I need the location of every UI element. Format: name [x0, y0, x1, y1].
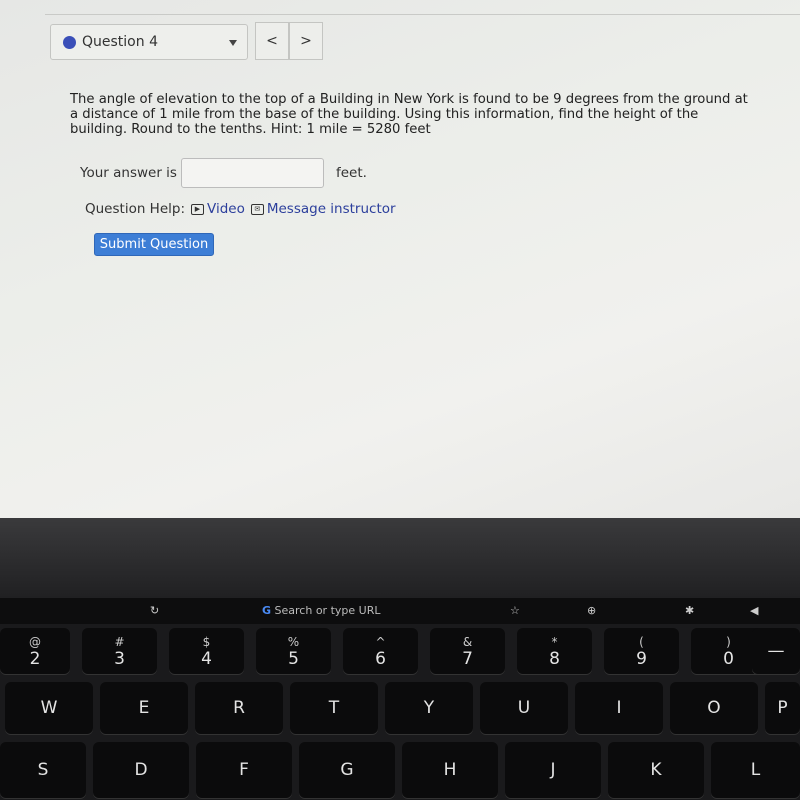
video-link[interactable]: ▶ Video — [191, 201, 245, 217]
next-question-button[interactable]: > — [289, 22, 323, 60]
volume-icon[interactable]: ◀ — [750, 604, 758, 617]
answer-prefix: Your answer is — [80, 165, 177, 181]
answer-row: Your answer is feet. — [80, 158, 367, 188]
key-minus[interactable]: — — [752, 628, 800, 674]
key-h[interactable]: H — [402, 742, 498, 798]
key-7[interactable]: & 7 — [430, 628, 505, 674]
answer-input[interactable] — [180, 158, 324, 188]
video-label: Video — [207, 201, 245, 217]
answer-suffix: feet. — [335, 165, 367, 181]
key-p[interactable]: P — [765, 682, 800, 734]
key-8[interactable]: * 8 — [517, 628, 592, 674]
url-search-field[interactable]: G Search or type URL — [262, 604, 502, 617]
key-e[interactable]: E — [100, 682, 188, 734]
key-4[interactable]: $4 — [169, 628, 244, 674]
key-f[interactable]: F — [196, 742, 292, 798]
video-icon: ▶ — [191, 203, 204, 215]
submit-question-button[interactable]: Submit Question — [94, 233, 214, 256]
question-select[interactable]: Question 4 — [50, 24, 248, 60]
key-j[interactable]: J — [505, 742, 601, 798]
prev-question-button[interactable]: < — [255, 22, 289, 60]
envelope-icon: ✉ — [250, 203, 264, 215]
key-r[interactable]: R — [195, 682, 283, 734]
key-6[interactable]: ^ 6 — [343, 628, 418, 674]
key-o[interactable]: O — [670, 682, 758, 734]
url-placeholder: Search or type URL — [274, 604, 381, 617]
question-help: Question Help: ▶ Video ✉ Message instructo… — [85, 201, 396, 217]
message-instructor-link[interactable]: ✉ Message instructor — [250, 201, 396, 217]
message-label: Message instructor — [266, 201, 396, 217]
touch-bar: ↻ G Search or type URL ☆ ⊕ ✱ ◀ — [0, 598, 800, 624]
key-u[interactable]: U — [480, 682, 568, 734]
status-dot-icon — [63, 35, 76, 49]
key-l[interactable]: L — [711, 742, 800, 798]
key-k[interactable]: K — [608, 742, 704, 798]
key-3[interactable]: #3 — [82, 628, 157, 674]
browser-screen: Question 4 < > The angle of elevation to… — [0, 0, 800, 518]
key-t[interactable]: T — [290, 682, 378, 734]
question-select-label: Question 4 — [82, 34, 158, 50]
key-y[interactable]: Y — [385, 682, 473, 734]
key-d[interactable]: D — [93, 742, 189, 798]
chevron-down-icon — [229, 40, 237, 46]
key-5[interactable]: % 5 — [256, 628, 331, 674]
help-label: Question Help: — [85, 201, 185, 217]
key-g[interactable]: G — [299, 742, 395, 798]
key-s[interactable]: S — [0, 742, 86, 798]
add-tab-icon[interactable]: ⊕ — [587, 604, 596, 617]
laptop-bezel — [0, 518, 800, 598]
question-text: The angle of elevation to the top of a B… — [70, 92, 748, 137]
brightness-icon[interactable]: ✱ — [685, 604, 694, 617]
star-icon[interactable]: ☆ — [510, 604, 520, 617]
divider — [45, 14, 800, 15]
key-2[interactable]: @2 — [0, 628, 70, 674]
reload-icon[interactable]: ↻ — [150, 604, 159, 617]
key-w[interactable]: W — [5, 682, 93, 734]
key-9[interactable]: (9 — [604, 628, 679, 674]
key-i[interactable]: I — [575, 682, 663, 734]
